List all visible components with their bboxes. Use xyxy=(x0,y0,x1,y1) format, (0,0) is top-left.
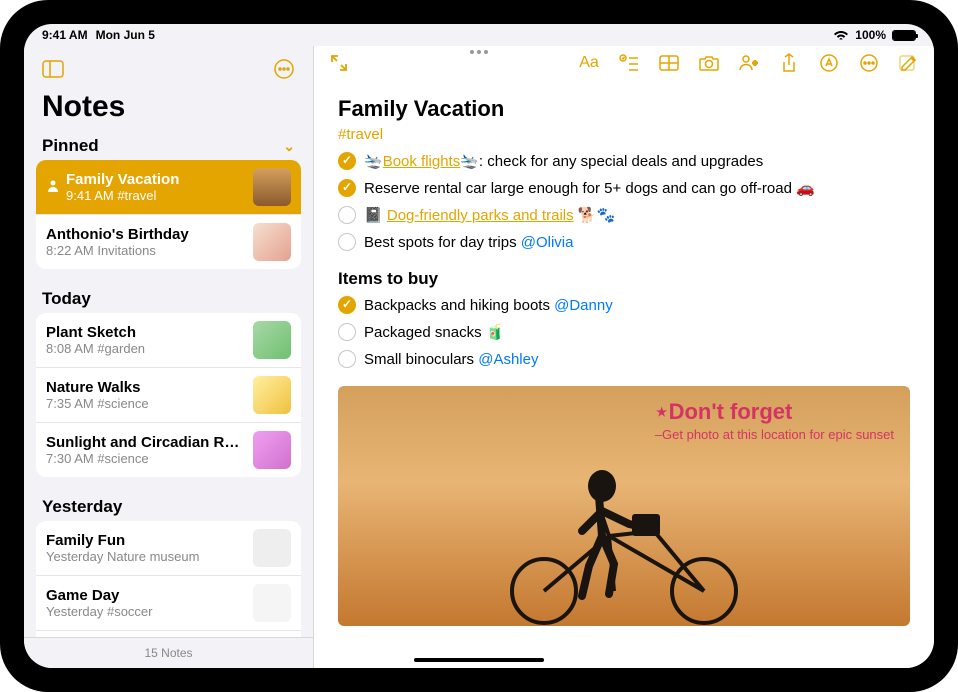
note-row[interactable]: Plant Sketch8:08 AM #garden xyxy=(36,313,301,368)
markup-icon[interactable] xyxy=(818,52,840,74)
checkbox[interactable] xyxy=(338,296,356,314)
checklist: Backpacks and hiking boots @Danny Packag… xyxy=(338,295,910,370)
status-time: 9:41 AM xyxy=(42,28,88,42)
note-title: Family Vacation xyxy=(338,96,910,122)
note-body[interactable]: Family Vacation #travel 🛬Book flights🛬: … xyxy=(314,80,934,668)
wifi-icon xyxy=(833,28,849,43)
sidebar: Notes Pinned ⌄ xyxy=(24,46,314,668)
subheading: Items to buy xyxy=(338,269,910,289)
check-item: 🛬Book flights🛬: check for any special de… xyxy=(338,151,910,172)
more-options-button[interactable] xyxy=(269,54,299,84)
table-icon[interactable] xyxy=(658,52,680,74)
sidebar-toggle-button[interactable] xyxy=(38,54,68,84)
note-row[interactable]: Nature Walks7:35 AM #science xyxy=(36,368,301,423)
mention[interactable]: @Olivia xyxy=(521,234,574,251)
checkbox[interactable] xyxy=(338,152,356,170)
check-item: 📓 Dog-friendly parks and trails 🐕🐾 xyxy=(338,205,910,226)
note-thumbnail xyxy=(253,168,291,206)
expand-icon[interactable] xyxy=(328,52,350,74)
camera-icon[interactable] xyxy=(698,52,720,74)
status-date: Mon Jun 5 xyxy=(96,28,155,42)
section-yesterday-header: Yesterday xyxy=(24,493,313,521)
multitask-dots[interactable] xyxy=(470,50,488,54)
chevron-down-icon: ⌄ xyxy=(283,138,295,155)
share-icon[interactable] xyxy=(778,52,800,74)
handwriting-annotation: ⋆Don't forget –Get photo at this locatio… xyxy=(655,398,894,443)
section-today-header: Today xyxy=(24,285,313,313)
note-row[interactable]: Sunlight and Circadian Rhy...7:30 AM #sc… xyxy=(36,423,301,477)
battery-icon xyxy=(892,30,916,41)
mention[interactable]: @Danny xyxy=(554,297,613,314)
status-bar: 9:41 AM Mon Jun 5 100% xyxy=(24,24,934,46)
checklist: 🛬Book flights🛬: check for any special de… xyxy=(338,151,910,253)
note-thumbnail xyxy=(253,431,291,469)
collaborate-icon[interactable] xyxy=(738,52,760,74)
checkbox[interactable] xyxy=(338,350,356,368)
checkbox[interactable] xyxy=(338,233,356,251)
content-toolbar: Aa xyxy=(314,46,934,80)
note-tag[interactable]: #travel xyxy=(338,126,910,143)
note-thumbnail xyxy=(253,529,291,567)
check-item: Reserve rental car large enough for 5+ d… xyxy=(338,178,910,199)
more-icon[interactable] xyxy=(858,52,880,74)
check-item: Best spots for day trips @Olivia xyxy=(338,232,910,253)
home-indicator[interactable] xyxy=(414,658,544,662)
note-thumbnail xyxy=(253,223,291,261)
sidebar-footer: 15 Notes xyxy=(24,637,313,668)
note-thumbnail xyxy=(253,321,291,359)
note-row[interactable]: Game DayYesterday #soccer xyxy=(36,576,301,631)
battery-percent: 100% xyxy=(855,28,886,42)
note-meta: 9:41 AM #travel xyxy=(66,188,245,203)
note-title: Family Vacation xyxy=(66,171,245,188)
note-thumbnail xyxy=(253,376,291,414)
checkbox[interactable] xyxy=(338,323,356,341)
note-meta: 8:22 AM Invitations xyxy=(46,243,245,258)
compose-icon[interactable] xyxy=(898,52,920,74)
checkbox[interactable] xyxy=(338,206,356,224)
check-item: Backpacks and hiking boots @Danny xyxy=(338,295,910,316)
text-format-icon[interactable]: Aa xyxy=(578,52,600,74)
note-row[interactable]: Family FunYesterday Nature museum xyxy=(36,521,301,576)
check-item: Small binoculars @Ashley xyxy=(338,349,910,370)
note-row[interactable]: Aurora BorealisYesterday Collisions with… xyxy=(36,631,301,637)
note-row-family-vacation[interactable]: Family Vacation 9:41 AM #travel xyxy=(36,160,301,215)
note-title: Anthonio's Birthday xyxy=(46,226,245,243)
checkbox[interactable] xyxy=(338,179,356,197)
link[interactable]: Book flights xyxy=(383,153,461,170)
note-attached-image[interactable]: ⋆Don't forget –Get photo at this locatio… xyxy=(338,386,910,626)
note-content-area: Aa xyxy=(314,46,934,668)
note-thumbnail xyxy=(253,584,291,622)
sidebar-title: Notes xyxy=(24,88,313,132)
shared-icon xyxy=(46,179,60,196)
check-item: Packaged snacks 🧃 xyxy=(338,322,910,343)
link[interactable]: Dog-friendly parks and trails xyxy=(387,207,574,224)
section-pinned-header[interactable]: Pinned ⌄ xyxy=(24,132,313,160)
note-row-birthday[interactable]: Anthonio's Birthday 8:22 AM Invitations xyxy=(36,215,301,269)
checklist-icon[interactable] xyxy=(618,52,640,74)
mention[interactable]: @Ashley xyxy=(478,351,538,368)
